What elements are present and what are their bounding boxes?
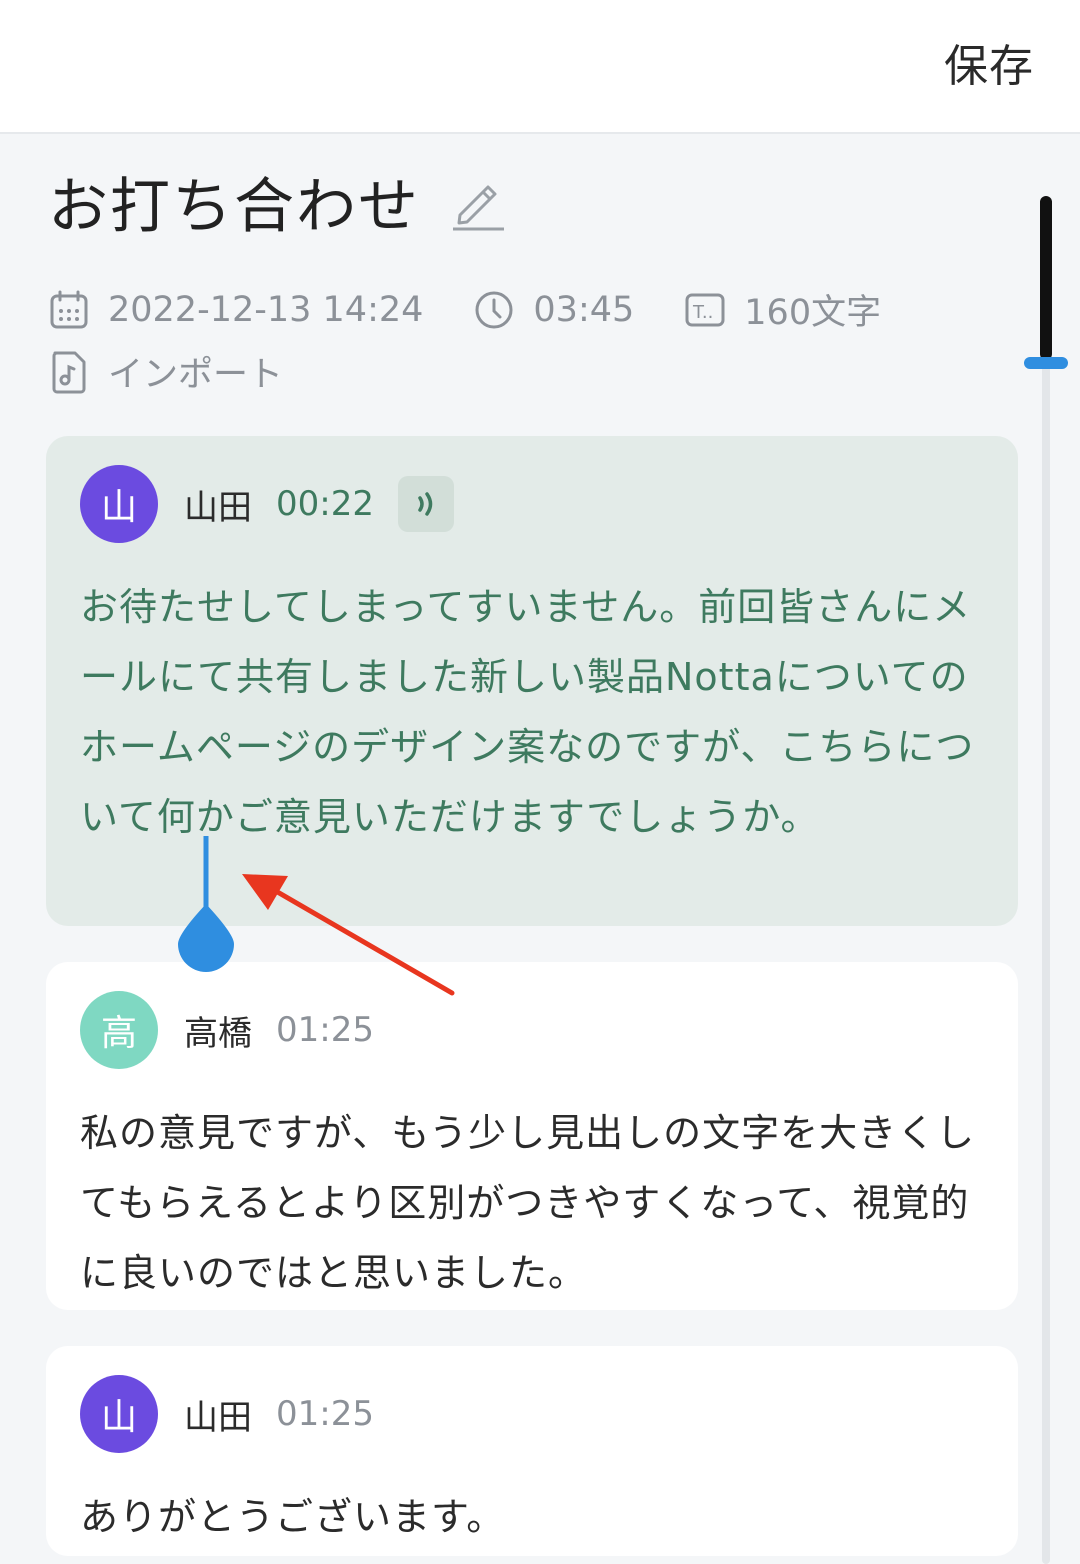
scrollbar-track[interactable]	[1042, 196, 1050, 1564]
transcript-segment[interactable]: 高 高橋 01:25 私の意見ですが、もう少し見出しの文字を大きくしてもらえると…	[46, 962, 1018, 1310]
save-button[interactable]: 保存	[944, 30, 1034, 94]
sound-wave-icon	[418, 492, 433, 516]
meta-datetime: 2022-12-13 14:24	[48, 289, 423, 331]
speaker-row: 山 山田 01:25	[80, 1374, 984, 1454]
top-bar: 保存	[0, 0, 1080, 134]
avatar: 高	[80, 991, 158, 1069]
edit-pencil-icon[interactable]	[450, 173, 508, 231]
text-cursor-handle[interactable]	[172, 834, 236, 978]
meta-duration: 03:45	[473, 289, 634, 331]
segment-text[interactable]: 私の意見ですが、もう少し見出しの文字を大きくしてもらえるとより区別がつきやすくな…	[80, 1098, 980, 1308]
title-row: お打ち合わせ	[48, 158, 508, 245]
segment-timestamp[interactable]: 00:22	[276, 484, 374, 524]
meta-source: インポート	[48, 346, 283, 397]
speaker-name: 山田	[184, 487, 252, 528]
meta-duration-text: 03:45	[533, 289, 635, 330]
segment-text[interactable]: お待たせしてしまってすいません。前回皆さんにメールにて共有しました新しい製品No…	[80, 572, 980, 852]
speaker-row: 高 高橋 01:25	[80, 990, 984, 1070]
speaker-name: 山田	[184, 1397, 252, 1438]
annotation-arrow	[242, 874, 455, 996]
segment-text[interactable]: ありがとうございます。	[80, 1482, 980, 1552]
segment-timestamp[interactable]: 01:25	[276, 1010, 374, 1050]
meta-datetime-text: 2022-12-13 14:24	[108, 289, 424, 330]
meta-char-count-text: 160文字	[744, 293, 882, 333]
speaker-row: 山 山田 00:22	[80, 464, 984, 544]
scrollbar-thumb[interactable]	[1040, 196, 1052, 360]
text-count-icon: T..	[685, 293, 725, 326]
page-title: お打ち合わせ	[48, 172, 420, 242]
speaker-name: 高橋	[184, 1013, 252, 1054]
calendar-icon	[50, 290, 88, 328]
meta-source-text: インポート	[108, 355, 284, 395]
segment-timestamp[interactable]: 01:25	[276, 1394, 374, 1434]
audio-file-icon	[52, 351, 86, 393]
meta-row: 2022-12-13 14:24 03:45 T.. 160文字	[48, 284, 931, 335]
avatar: 山	[80, 465, 158, 543]
playback-position-marker[interactable]	[1024, 357, 1068, 369]
svg-text:T..: T..	[692, 302, 713, 323]
playing-indicator[interactable]	[397, 476, 454, 532]
transcript-segment[interactable]: 山 山田 01:25 ありがとうございます。	[46, 1346, 1018, 1556]
avatar: 山	[80, 1375, 158, 1453]
clock-icon	[475, 291, 513, 328]
meta-char-count: T.. 160文字	[684, 284, 881, 335]
